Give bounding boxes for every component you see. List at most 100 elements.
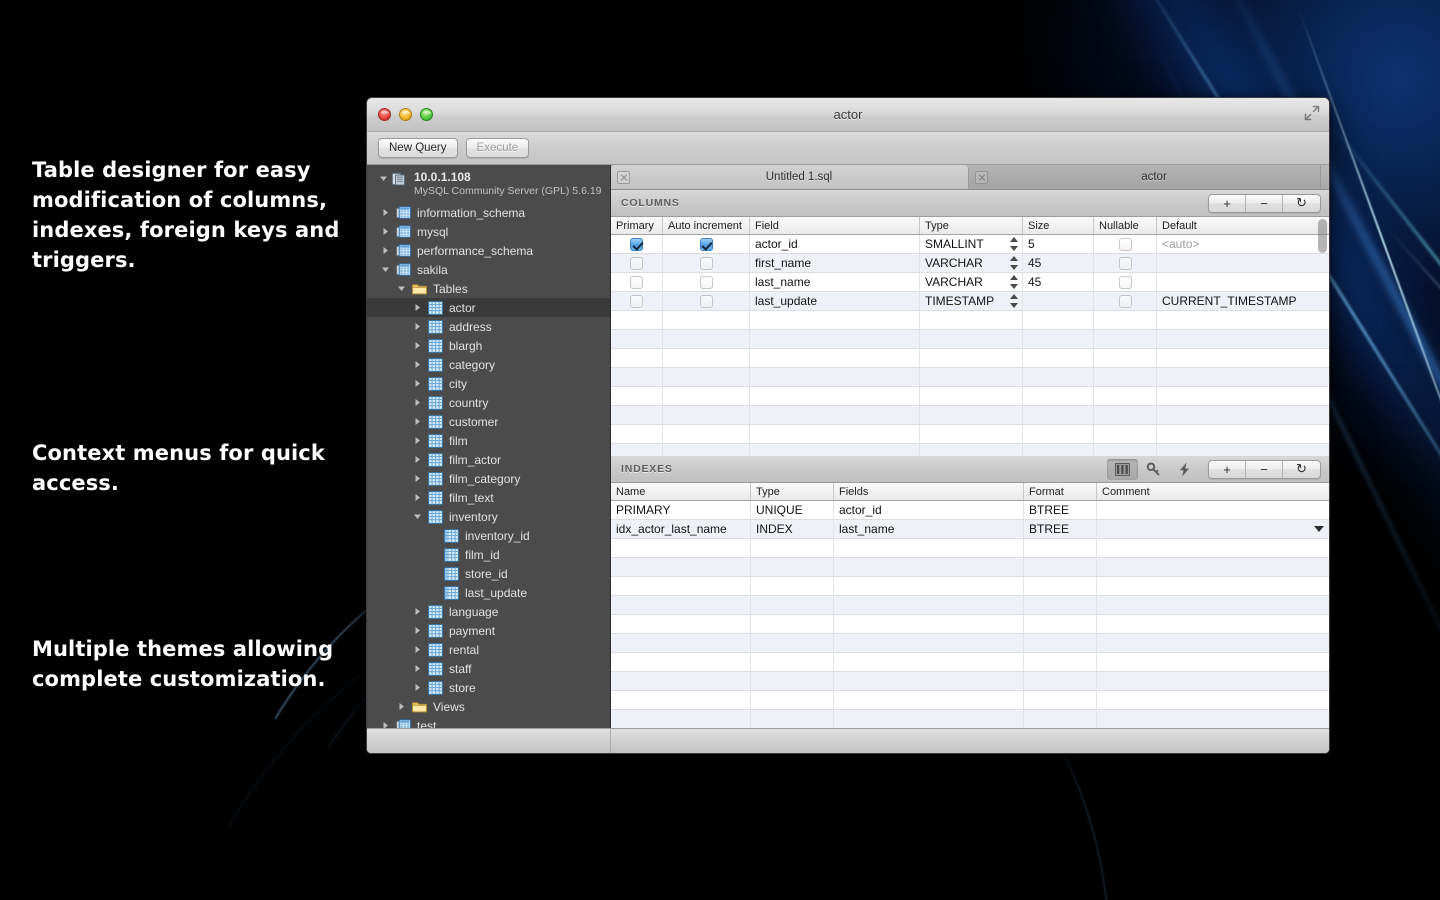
empty-cell[interactable] xyxy=(1024,615,1097,633)
index-name-cell[interactable]: PRIMARY xyxy=(611,501,751,519)
empty-cell[interactable] xyxy=(1157,425,1329,443)
empty-cell[interactable] xyxy=(751,558,834,576)
empty-cell[interactable] xyxy=(611,691,751,709)
disclosure-triangle[interactable] xyxy=(411,374,423,393)
empty-cell[interactable] xyxy=(611,539,751,557)
tree-item-tables[interactable]: Tables xyxy=(367,279,610,298)
empty-cell[interactable] xyxy=(1157,406,1329,424)
tree-item-sakila[interactable]: sakila xyxy=(367,260,610,279)
empty-cell[interactable] xyxy=(1097,653,1329,671)
primary-checkbox-cell[interactable] xyxy=(611,273,663,291)
type-stepper[interactable] xyxy=(1010,256,1019,270)
column-row-empty[interactable] xyxy=(611,330,1329,349)
nullable-checkbox-cell[interactable] xyxy=(1094,273,1157,291)
index-header-format[interactable]: Format xyxy=(1024,483,1097,500)
disclosure-triangle[interactable] xyxy=(411,640,423,659)
disclosure-triangle[interactable] xyxy=(411,469,423,488)
auto-increment-checkbox-cell[interactable] xyxy=(663,235,750,253)
refresh-indexes-button[interactable]: ↻ xyxy=(1283,461,1320,478)
column-row[interactable]: last_updateTIMESTAMPCURRENT_TIMESTAMP xyxy=(611,292,1329,311)
empty-cell[interactable] xyxy=(1097,558,1329,576)
field-cell[interactable]: actor_id xyxy=(750,235,920,253)
type-cell[interactable]: VARCHAR xyxy=(920,273,1023,291)
auto-increment-checkbox-cell[interactable] xyxy=(663,254,750,272)
tab-close-icon[interactable] xyxy=(975,171,988,184)
empty-cell[interactable] xyxy=(750,330,920,348)
tab-untitled-1-sql[interactable]: Untitled 1.sql xyxy=(611,165,969,189)
column-row-empty[interactable] xyxy=(611,368,1329,387)
columns-view-button[interactable] xyxy=(1107,459,1138,480)
empty-cell[interactable] xyxy=(1023,406,1094,424)
size-cell[interactable]: 5 xyxy=(1023,235,1094,253)
tree-item-test[interactable]: test xyxy=(367,716,610,728)
index-row-empty[interactable] xyxy=(611,710,1329,728)
empty-cell[interactable] xyxy=(1023,349,1094,367)
index-row-empty[interactable] xyxy=(611,539,1329,558)
empty-cell[interactable] xyxy=(751,634,834,652)
default-cell[interactable] xyxy=(1157,273,1329,291)
disclosure-triangle[interactable] xyxy=(411,317,423,336)
empty-cell[interactable] xyxy=(920,387,1023,405)
disclosure-triangle[interactable] xyxy=(411,621,423,640)
empty-cell[interactable] xyxy=(920,311,1023,329)
auto-increment-checkbox-cell[interactable] xyxy=(663,273,750,291)
tree-item-views[interactable]: Views xyxy=(367,697,610,716)
disclosure-triangle[interactable] xyxy=(411,507,423,526)
tab-bar[interactable]: Untitled 1.sqlactor xyxy=(611,165,1329,190)
empty-cell[interactable] xyxy=(611,615,751,633)
disclosure-triangle[interactable] xyxy=(411,298,423,317)
tree-item-performance-schema[interactable]: performance_schema xyxy=(367,241,610,260)
index-fields-cell[interactable]: actor_id xyxy=(834,501,1024,519)
empty-cell[interactable] xyxy=(611,577,751,595)
empty-cell[interactable] xyxy=(1024,710,1097,728)
primary-checkbox-cell[interactable] xyxy=(611,235,663,253)
empty-cell[interactable] xyxy=(611,558,751,576)
disclosure-triangle[interactable] xyxy=(379,241,391,260)
disclosure-triangle[interactable] xyxy=(379,260,391,279)
empty-cell[interactable] xyxy=(750,444,920,456)
empty-cell[interactable] xyxy=(1023,444,1094,456)
tree-item-language[interactable]: language xyxy=(367,602,610,621)
columns-scrollbar[interactable] xyxy=(1316,217,1329,456)
indexes-view-button[interactable] xyxy=(1138,459,1169,480)
empty-cell[interactable] xyxy=(1024,539,1097,557)
column-header-default[interactable]: Default xyxy=(1157,217,1329,234)
columns-grid[interactable]: PrimaryAuto incrementFieldTypeSizeNullab… xyxy=(611,217,1329,456)
empty-cell[interactable] xyxy=(750,406,920,424)
index-row-empty[interactable] xyxy=(611,577,1329,596)
auto-increment-checkbox[interactable] xyxy=(700,295,713,308)
empty-cell[interactable] xyxy=(663,387,750,405)
new-query-button[interactable]: New Query xyxy=(378,138,458,158)
empty-cell[interactable] xyxy=(663,330,750,348)
column-header-nullable[interactable]: Nullable xyxy=(1094,217,1157,234)
empty-cell[interactable] xyxy=(611,672,751,690)
empty-cell[interactable] xyxy=(920,330,1023,348)
index-header-name[interactable]: Name xyxy=(611,483,751,500)
empty-cell[interactable] xyxy=(1097,691,1329,709)
field-cell[interactable]: first_name xyxy=(750,254,920,272)
empty-cell[interactable] xyxy=(920,349,1023,367)
index-format-cell[interactable]: BTREE xyxy=(1024,520,1097,538)
size-cell[interactable]: 45 xyxy=(1023,254,1094,272)
disclosure-triangle[interactable] xyxy=(411,355,423,374)
empty-cell[interactable] xyxy=(1157,330,1329,348)
empty-cell[interactable] xyxy=(1094,368,1157,386)
empty-cell[interactable] xyxy=(1097,539,1329,557)
empty-cell[interactable] xyxy=(611,634,751,652)
column-row[interactable]: last_nameVARCHAR45 xyxy=(611,273,1329,292)
disclosure-triangle[interactable] xyxy=(411,412,423,431)
default-cell[interactable]: CURRENT_TIMESTAMP xyxy=(1157,292,1329,310)
type-cell[interactable]: TIMESTAMP xyxy=(920,292,1023,310)
disclosure-triangle[interactable] xyxy=(411,450,423,469)
column-header-primary[interactable]: Primary xyxy=(611,217,663,234)
empty-cell[interactable] xyxy=(1097,634,1329,652)
tab-actor[interactable]: actor xyxy=(969,165,1321,189)
column-row-empty[interactable] xyxy=(611,425,1329,444)
default-cell[interactable] xyxy=(1157,254,1329,272)
empty-cell[interactable] xyxy=(751,539,834,557)
index-header-type[interactable]: Type xyxy=(751,483,834,500)
default-cell[interactable]: <auto> xyxy=(1157,235,1329,253)
indexes-grid-rows[interactable]: PRIMARYUNIQUEactor_idBTREEidx_actor_last… xyxy=(611,501,1329,728)
size-cell[interactable]: 45 xyxy=(1023,273,1094,291)
tree-item-city[interactable]: city xyxy=(367,374,610,393)
